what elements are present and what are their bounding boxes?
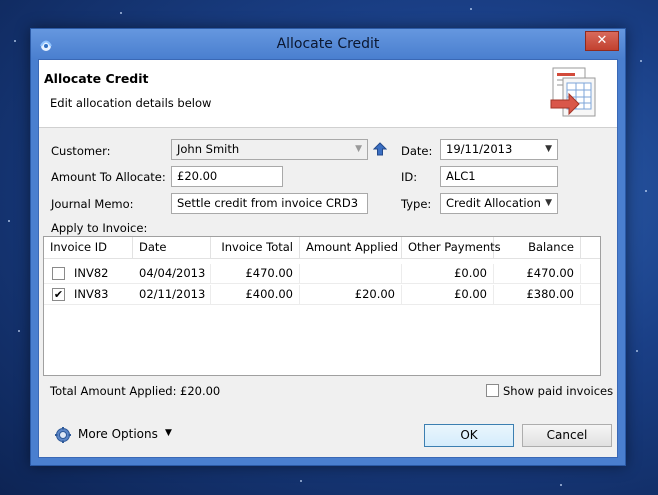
balance-cell: £470.00 <box>494 264 581 284</box>
amount-applied-cell[interactable]: £20.00 <box>300 285 402 305</box>
allocation-document-icon <box>550 67 596 117</box>
type-label: Type: <box>401 197 432 211</box>
close-icon: ✕ <box>596 33 608 48</box>
cancel-button[interactable]: Cancel <box>522 424 612 447</box>
customer-value: John Smith <box>177 142 240 156</box>
id-label: ID: <box>401 170 418 184</box>
more-options-label: More Options <box>78 427 158 441</box>
title-bar[interactable]: Allocate Credit ✕ <box>31 29 625 59</box>
amount-applied-cell[interactable] <box>300 264 402 284</box>
invoice-total-cell: £470.00 <box>211 264 300 284</box>
customer-details-arrow-icon[interactable] <box>373 142 387 156</box>
chevron-down-icon: ▼ <box>545 144 552 154</box>
invoice-id-cell: INV83 <box>74 287 109 301</box>
apply-to-invoice-label: Apply to Invoice: <box>51 221 148 235</box>
chevron-down-icon: ▼ <box>165 428 172 438</box>
total-amount-applied-label: Total Amount Applied: <box>50 384 177 398</box>
other-payments-cell: £0.00 <box>402 264 494 284</box>
column-header-invoice-id[interactable]: Invoice ID <box>44 237 133 259</box>
chevron-down-icon: ▼ <box>545 198 552 208</box>
total-amount-applied-value: £20.00 <box>180 384 221 398</box>
date-value: 19/11/2013 <box>446 142 513 156</box>
column-header-invoice-total[interactable]: Invoice Total <box>211 237 300 259</box>
customer-combobox[interactable]: John Smith ▼ <box>171 139 368 160</box>
date-label: Date: <box>401 144 433 158</box>
gear-icon <box>55 427 71 443</box>
column-header-date[interactable]: Date <box>133 237 211 259</box>
date-picker[interactable]: 19/11/2013 ▼ <box>440 139 558 160</box>
chevron-down-icon: ▼ <box>355 144 362 154</box>
customer-label: Customer: <box>51 144 111 158</box>
table-row[interactable]: ✔ INV83 02/11/2013 £400.00 £20.00 £0.00 … <box>44 285 600 305</box>
header-subtitle: Edit allocation details below <box>50 96 212 110</box>
row-checkbox[interactable] <box>52 267 65 280</box>
window-title: Allocate Credit <box>276 36 380 52</box>
column-header-balance[interactable]: Balance <box>494 237 581 259</box>
show-paid-invoices-checkbox[interactable] <box>486 384 499 397</box>
type-dropdown[interactable]: Credit Allocation ▼ <box>440 193 558 214</box>
invoice-total-cell: £400.00 <box>211 285 300 305</box>
type-value: Credit Allocation <box>446 196 541 210</box>
id-input[interactable]: ALC1 <box>440 166 558 187</box>
close-button[interactable]: ✕ <box>585 31 619 51</box>
table-row[interactable]: INV82 04/04/2013 £470.00 £0.00 £470.00 <box>44 264 600 284</box>
ok-button[interactable]: OK <box>424 424 514 447</box>
row-checkbox[interactable]: ✔ <box>52 288 65 301</box>
invoice-id-cell: INV82 <box>74 266 109 280</box>
amount-to-allocate-label: Amount To Allocate: <box>51 170 166 184</box>
grid-header: Invoice ID Date Invoice Total Amount App… <box>44 237 600 259</box>
other-payments-cell: £0.00 <box>402 285 494 305</box>
invoice-grid[interactable]: Invoice ID Date Invoice Total Amount App… <box>43 236 601 376</box>
date-cell: 02/11/2013 <box>133 285 211 305</box>
header-title: Allocate Credit <box>44 71 149 86</box>
allocate-credit-window: Allocate Credit ✕ Allocate Credit Edit a… <box>30 28 626 466</box>
column-header-other-payments[interactable]: Other Payments <box>402 237 501 259</box>
show-paid-invoices-label[interactable]: Show paid invoices <box>503 384 613 398</box>
amount-to-allocate-input[interactable]: £20.00 <box>171 166 283 187</box>
dialog-header: Allocate Credit Edit allocation details … <box>39 60 617 128</box>
date-cell: 04/04/2013 <box>133 264 211 284</box>
column-header-amount-applied[interactable]: Amount Applied <box>300 237 402 259</box>
balance-cell: £380.00 <box>494 285 581 305</box>
journal-memo-input[interactable]: Settle credit from invoice CRD3 <box>171 193 368 214</box>
journal-memo-label: Journal Memo: <box>51 197 134 211</box>
